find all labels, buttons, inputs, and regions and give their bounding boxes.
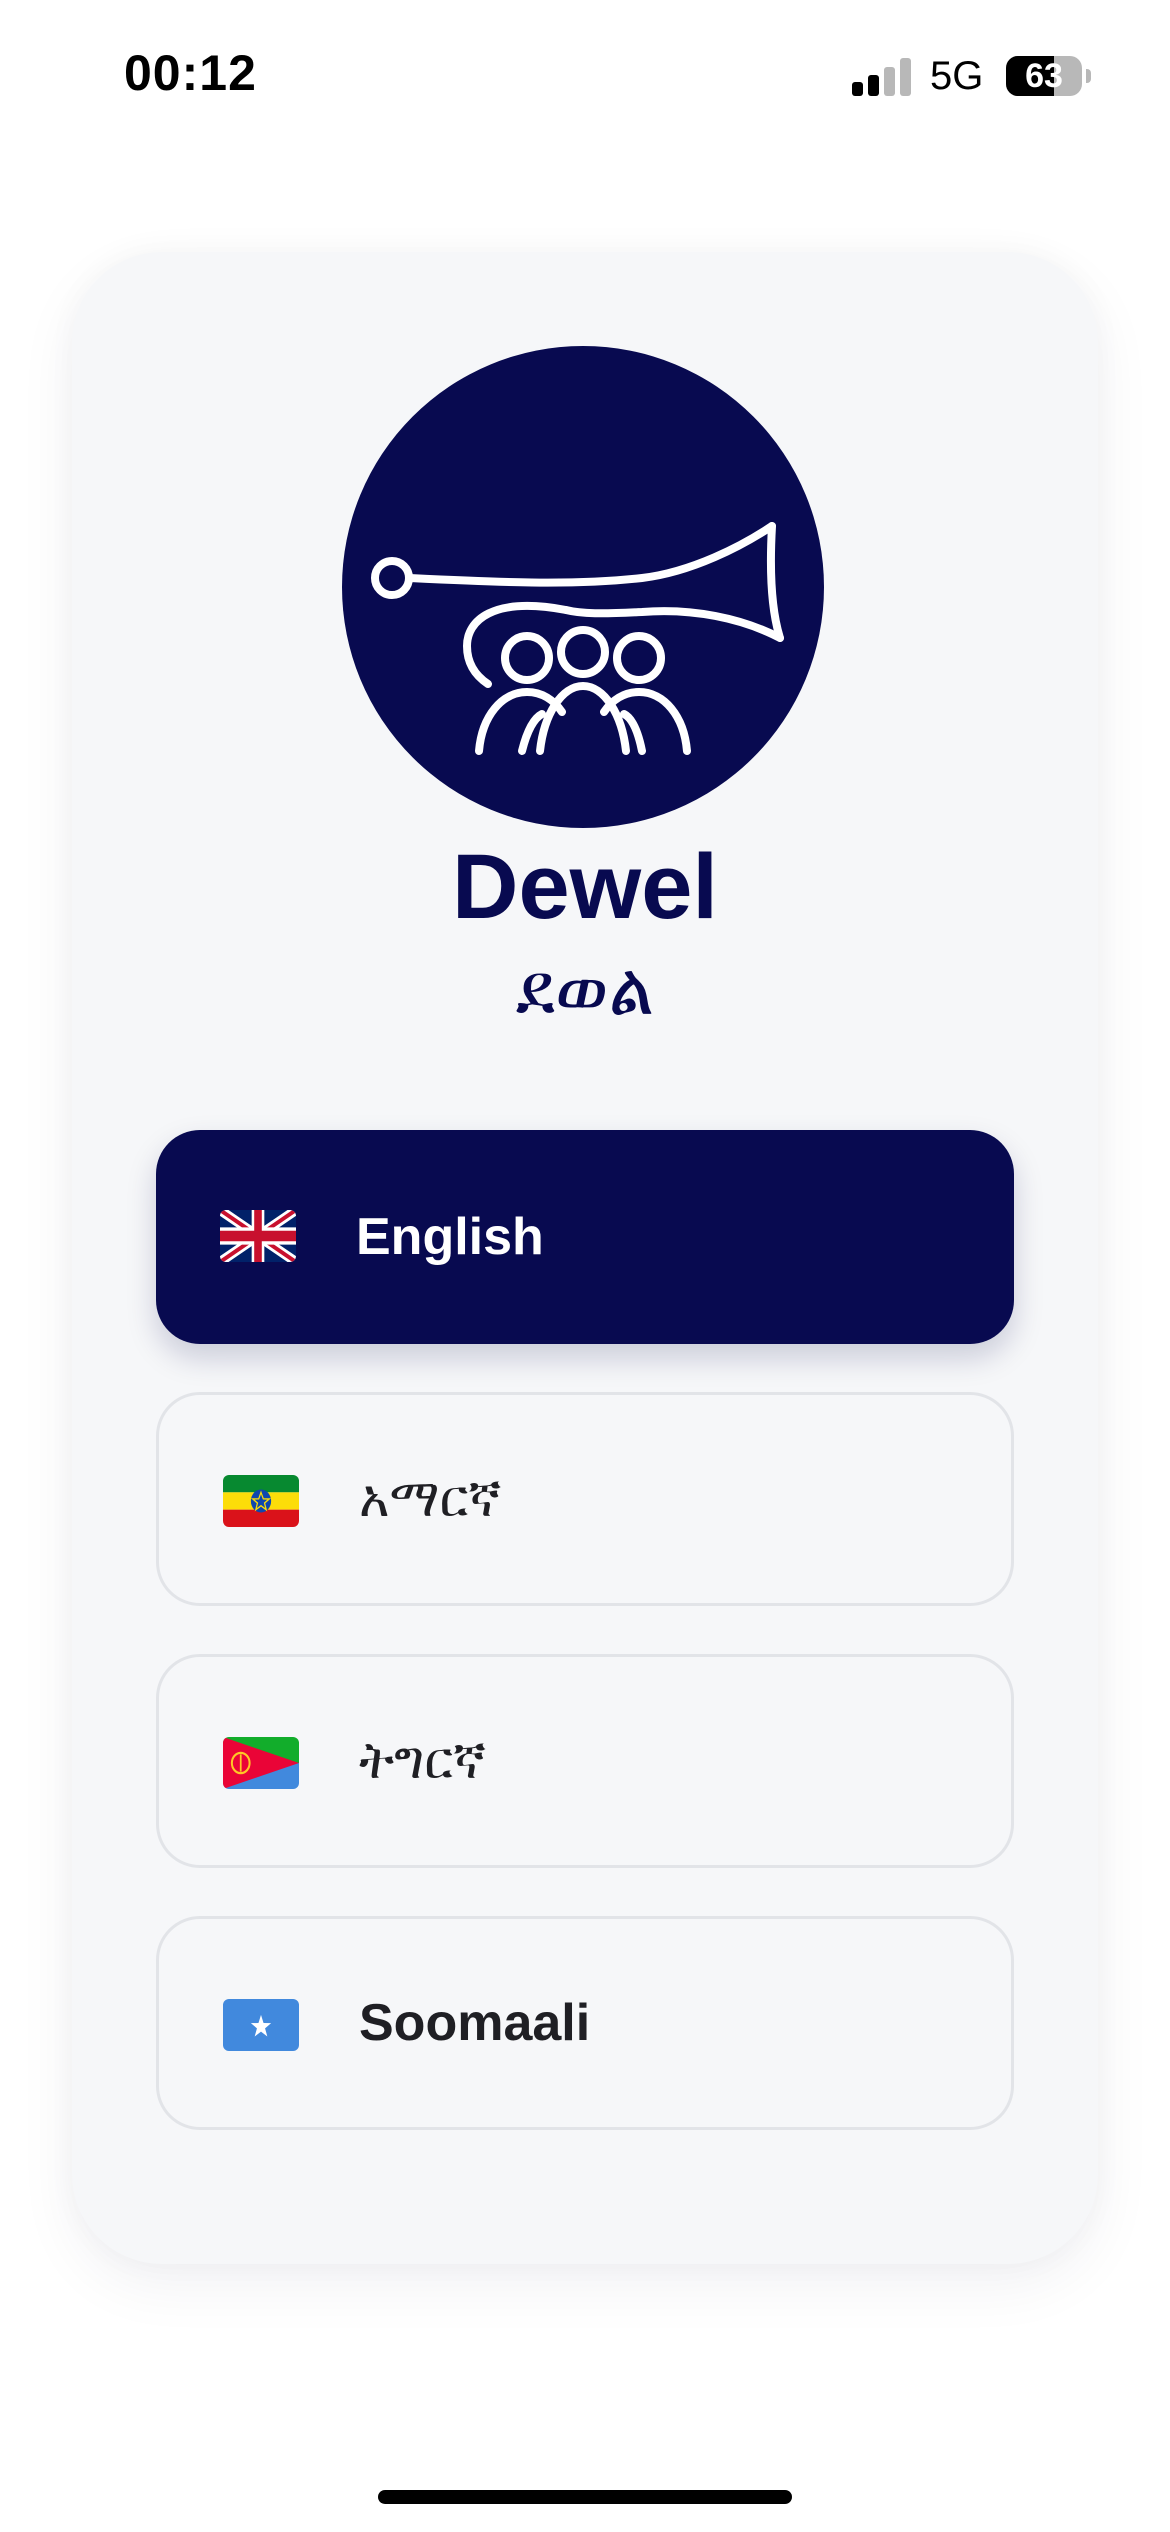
language-label: ትግርኛ [359,1731,487,1791]
language-label: Soomaali [359,1994,591,2052]
language-option-tigrinya[interactable]: ትግርኛ [156,1654,1014,1868]
cellular-signal-icon [852,58,912,96]
home-indicator[interactable] [378,2490,792,2504]
language-label: English [356,1208,544,1266]
status-time: 00:12 [124,45,257,101]
language-label: አማርኛ [359,1469,502,1529]
app-subtitle: ደወል [515,947,655,1031]
status-bar: 00:12 5G 63 [0,0,1170,150]
uk-flag-icon [220,1210,296,1262]
battery-percent: 63 [1025,57,1063,95]
network-type: 5G [930,54,984,98]
somalia-flag-icon [223,1999,299,2051]
language-option-somali[interactable]: Soomaali [156,1916,1014,2130]
battery-icon: 63 [1006,56,1091,96]
app-title: Dewel [452,836,718,938]
language-option-english[interactable]: English [156,1130,1014,1344]
language-option-amharic[interactable]: አማርኛ [156,1392,1014,1606]
ethiopia-flag-icon [223,1475,299,1527]
horn-with-people-icon [342,346,824,828]
eritrea-flag-icon [223,1737,299,1789]
